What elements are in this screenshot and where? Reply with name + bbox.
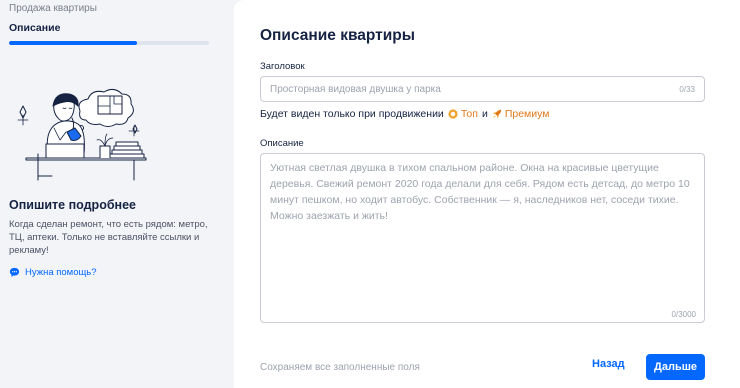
progress-fill — [9, 41, 137, 45]
back-button[interactable]: Назад — [592, 358, 625, 370]
step-title: Описание — [9, 22, 61, 34]
promo-text: Будет виден только при продвижении — [260, 108, 444, 120]
page-title: Описание квартиры — [260, 27, 415, 44]
rocket-icon — [492, 109, 502, 118]
progress-bar — [9, 41, 209, 45]
title-input[interactable]: Просторная видовая двушка у парка 0/33 — [260, 76, 705, 102]
sidebar: Продажа квартиры Описание Опишите подроб… — [0, 0, 232, 388]
promo-top-link[interactable]: Топ — [448, 108, 478, 120]
description-char-counter: 0/3000 — [671, 310, 696, 319]
sidebar-hint: Когда сделан ремонт, что есть рядом: мет… — [9, 219, 208, 256]
promo-premium-label: Премиум — [504, 108, 550, 120]
description-textarea[interactable]: Уютная светлая двушка в тихом спальном р… — [260, 153, 705, 323]
title-field-label: Заголовок — [260, 61, 305, 72]
chat-bubble-icon — [9, 267, 20, 277]
promo-and: и — [481, 108, 488, 120]
autosave-note: Сохраняем все заполненные поля — [260, 362, 420, 373]
help-link[interactable]: Нужна помощь? — [9, 267, 97, 278]
promo-note: Будет виден только при продвижении Топ и… — [260, 108, 549, 120]
person-at-desk-illustration — [17, 88, 147, 181]
promo-premium-link[interactable]: Премиум — [492, 108, 550, 120]
description-field-label: Описание — [260, 138, 304, 149]
sun-badge-icon — [448, 109, 458, 119]
form-card: Описание квартиры Заголовок Просторная в… — [234, 0, 740, 388]
title-char-counter: 0/33 — [679, 85, 695, 94]
help-link-label: Нужна помощь? — [25, 267, 97, 278]
next-button[interactable]: Дальше — [646, 354, 705, 380]
title-input-placeholder: Просторная видовая двушка у парка — [270, 84, 441, 95]
description-placeholder: Уютная светлая двушка в тихом спальном р… — [270, 162, 690, 222]
sidebar-heading: Опишите подробнее — [9, 198, 137, 212]
promo-top-label: Топ — [460, 108, 478, 120]
breadcrumb[interactable]: Продажа квартиры — [9, 3, 97, 14]
